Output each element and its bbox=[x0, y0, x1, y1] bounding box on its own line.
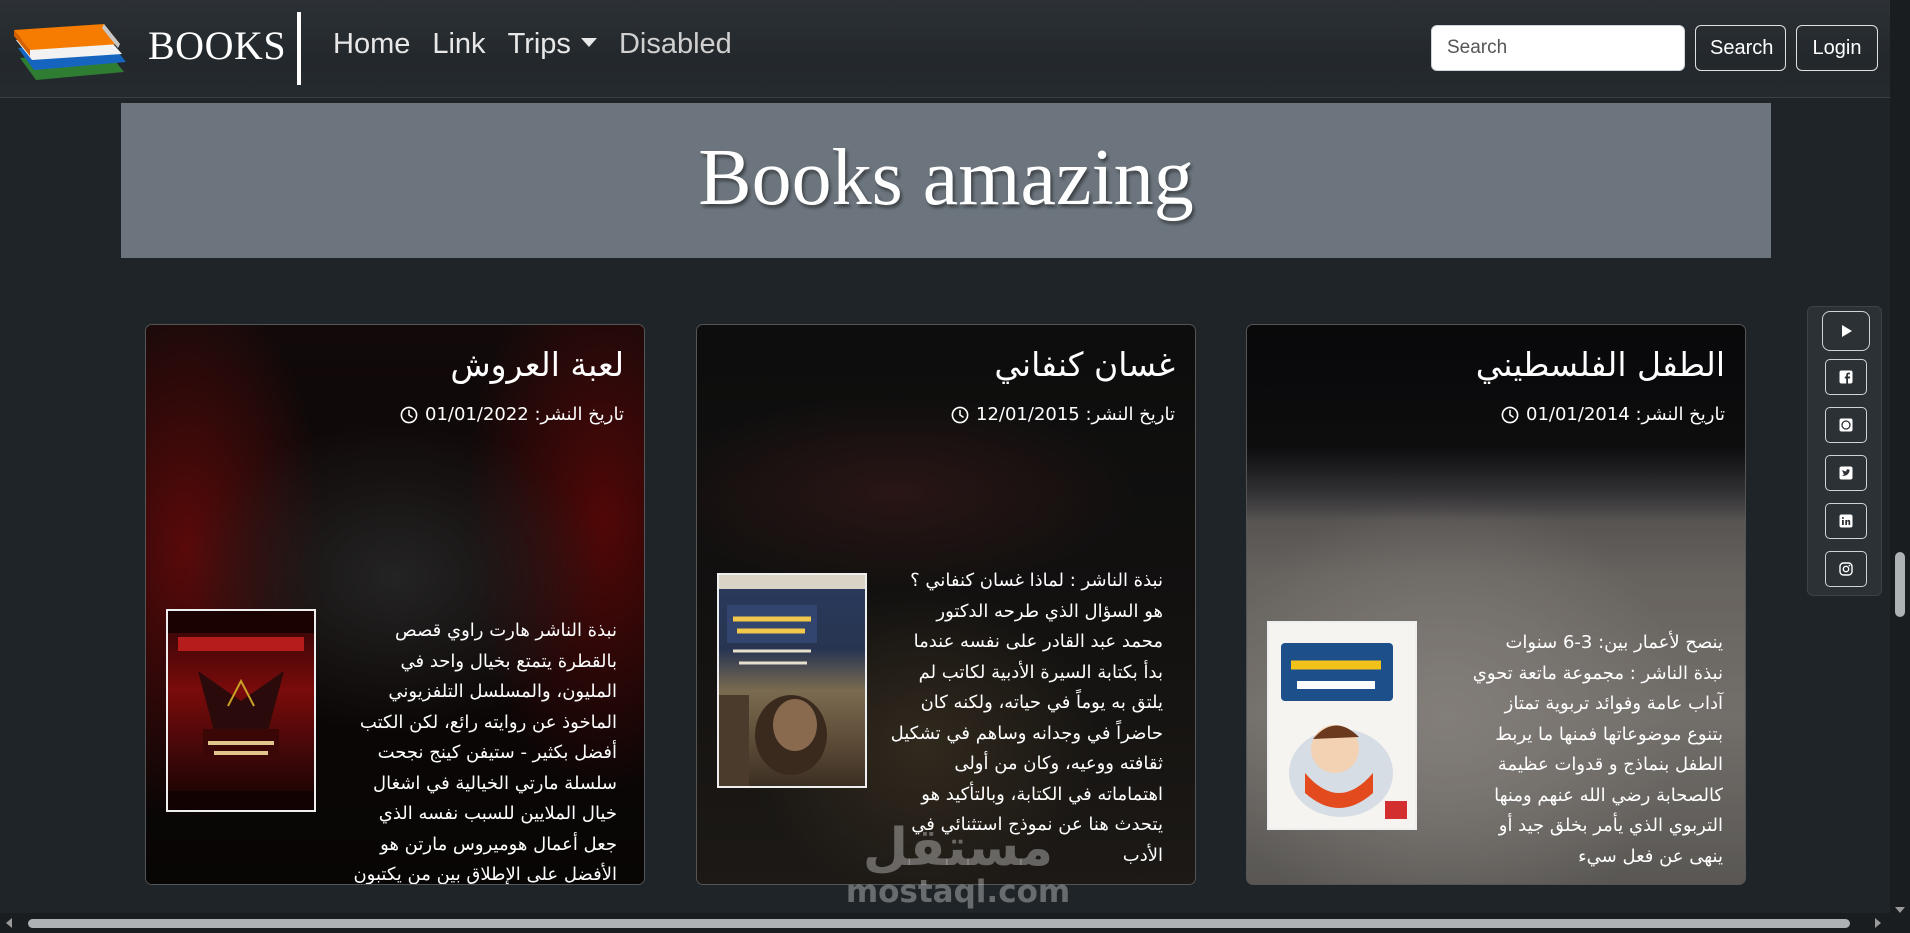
horizontal-scrollbar[interactable] bbox=[0, 913, 1890, 933]
nav-link-home[interactable]: Home bbox=[333, 28, 410, 61]
linkedin-icon[interactable] bbox=[1825, 503, 1867, 539]
scroll-right-arrow-icon[interactable] bbox=[1875, 918, 1881, 928]
book-card[interactable]: الطفل الفلسطيني تاريخ النشر: 01/01/2014 … bbox=[1246, 324, 1746, 885]
card-date: تاريخ النشر: 01/01/2014 bbox=[1501, 404, 1725, 425]
clock-icon bbox=[1501, 406, 1519, 423]
twitter-icon[interactable] bbox=[1825, 455, 1867, 491]
top-navbar: BOOKS Home Link Trips Disabled Search Lo… bbox=[0, 0, 1910, 98]
card-date-text: تاريخ النشر: 01/01/2014 bbox=[1526, 404, 1725, 425]
card-title: الطفل الفلسطيني bbox=[1475, 345, 1725, 384]
card-date: تاريخ النشر: 12/01/2015 bbox=[951, 404, 1175, 425]
vertical-scrollbar[interactable] bbox=[1890, 0, 1910, 933]
card-title: لعبة العروش bbox=[450, 345, 624, 384]
card-date-text: تاريخ النشر: 12/01/2015 bbox=[976, 404, 1175, 425]
scroll-down-arrow-icon[interactable] bbox=[1895, 907, 1905, 913]
clock-icon bbox=[951, 406, 969, 423]
nav-link-link[interactable]: Link bbox=[432, 28, 485, 61]
card-description: نبذة الناشر : لماذا غسان كنفاني ؟ هو الس… bbox=[890, 570, 1163, 866]
nav-links: Home Link Trips Disabled bbox=[333, 28, 754, 61]
card-date: تاريخ النشر: 01/01/2022 bbox=[400, 404, 624, 425]
whatsapp-icon[interactable] bbox=[1825, 407, 1867, 443]
nav-link-disabled: Disabled bbox=[618, 28, 732, 60]
book-cover-image bbox=[717, 573, 867, 788]
login-button[interactable]: Login bbox=[1796, 25, 1878, 71]
vertical-scroll-thumb[interactable] bbox=[1895, 552, 1905, 617]
book-card[interactable]: غسان كنفاني تاريخ النشر: 12/01/2015 نبذة… bbox=[696, 324, 1196, 885]
nav-dropdown-trips-label: Trips bbox=[507, 28, 571, 60]
youtube-icon[interactable] bbox=[1822, 311, 1870, 351]
clock-icon bbox=[400, 406, 418, 423]
instagram-icon[interactable] bbox=[1825, 551, 1867, 587]
brand-divider bbox=[297, 12, 301, 85]
social-sidebar bbox=[1807, 306, 1882, 596]
search-button[interactable]: Search bbox=[1695, 25, 1786, 71]
book-card[interactable]: لعبة العروش تاريخ النشر: 01/01/2022 نبذة… bbox=[145, 324, 645, 885]
book-cover-image bbox=[166, 609, 316, 812]
facebook-icon[interactable] bbox=[1825, 359, 1867, 395]
nav-dropdown-trips[interactable]: Trips bbox=[508, 28, 597, 61]
horizontal-scroll-thumb[interactable] bbox=[28, 919, 1850, 928]
hero-title: Books amazing bbox=[698, 134, 1194, 222]
brand-name[interactable]: BOOKS bbox=[148, 22, 286, 69]
hero-banner: Books amazing bbox=[121, 103, 1771, 258]
books-logo-icon[interactable] bbox=[14, 14, 138, 82]
search-input[interactable] bbox=[1431, 25, 1685, 71]
book-cover-image bbox=[1267, 621, 1417, 830]
card-title: غسان كنفاني bbox=[994, 345, 1175, 384]
scroll-left-arrow-icon[interactable] bbox=[6, 918, 12, 928]
card-description: نبذة الناشر هارت راوي قصص بالقطرة يتمتع … bbox=[353, 620, 617, 885]
caret-down-icon bbox=[580, 37, 597, 47]
card-description: ينصح لأعمار بين: 3-6 سنوات نبذة الناشر :… bbox=[1472, 632, 1723, 867]
card-date-text: تاريخ النشر: 01/01/2022 bbox=[425, 404, 624, 425]
